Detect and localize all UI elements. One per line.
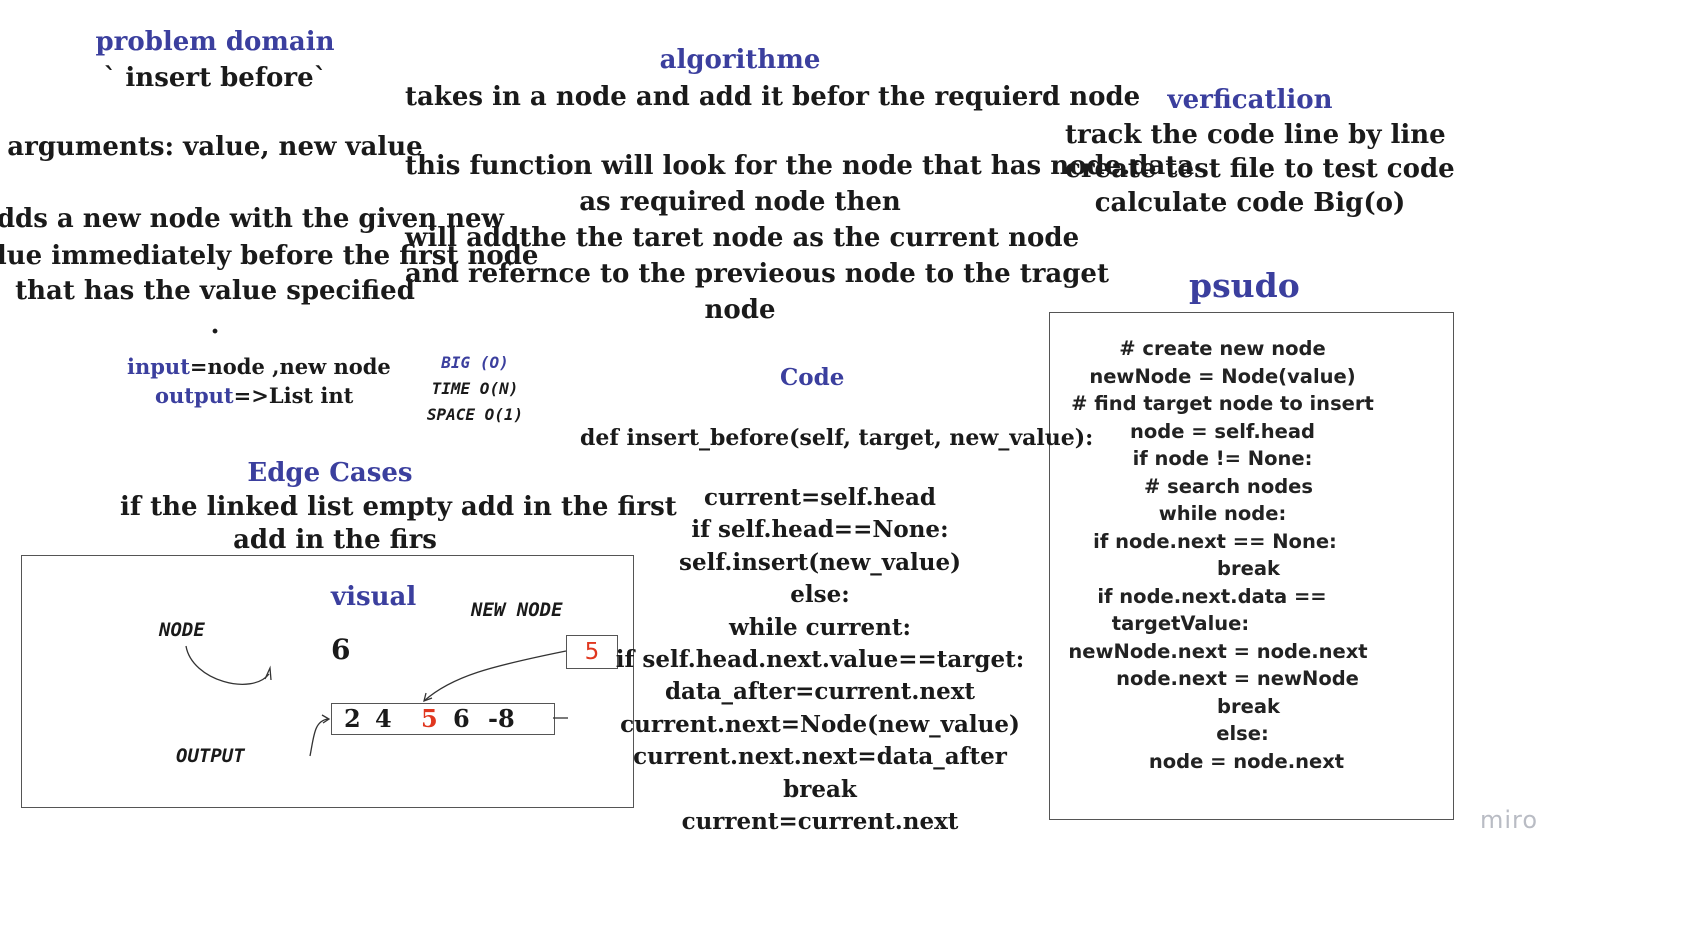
algorithm-line — [405, 116, 1075, 148]
big-o-time: TIME O(N) — [431, 379, 519, 398]
input-row: input=node ,new node — [127, 352, 447, 381]
psudo-line: # search nodes — [1143, 474, 1314, 498]
verification-title: verficatlion — [1167, 85, 1333, 115]
verification-line: track the code line by line — [1065, 120, 1446, 150]
psudo-line: newNode = Node(value) — [1089, 364, 1356, 388]
algorithm-line: will addthe the taret node as the curren… — [405, 223, 1080, 253]
description-line: adds a new node with the given new — [0, 204, 504, 234]
psudo-box: # create new node newNode = Node(value) … — [1049, 312, 1454, 820]
verification-line: calculate code Big(o) — [1094, 188, 1406, 218]
psudo-line: newNode.next = node.next — [1068, 639, 1368, 663]
code-line: else: — [790, 581, 850, 609]
edge-case-line: if the linked list empty add in the firs… — [120, 492, 677, 522]
big-o-title: BIG (O) — [441, 353, 509, 372]
psudo-line: if node.next.data == — [1097, 584, 1327, 608]
io-section: input=node ,new node output=>List int — [127, 352, 447, 410]
algorithm-line: node — [704, 295, 776, 325]
psudo-line: break — [1217, 557, 1280, 580]
verification-line: create test file to test code — [1065, 154, 1455, 184]
psudo-line: while node: — [1158, 502, 1287, 525]
node-arrow — [185, 645, 270, 685]
output-row: output=>List int — [127, 381, 447, 410]
arguments-text: arguments: value, new value — [7, 132, 423, 162]
algorithm-line: as required node then — [579, 187, 901, 217]
algorithm-line: and refernce to the previeous node to th… — [405, 259, 1109, 289]
code-line: current=self.head — [704, 484, 936, 511]
psudo-line: # find target node to insert — [1071, 392, 1374, 415]
verification-section: verficatlion track the code line by line… — [1065, 82, 1455, 220]
output-value: =>List int — [233, 383, 354, 408]
output-arrow — [309, 718, 329, 757]
algorithm-line: takes in a node and add it befor the req… — [405, 82, 1141, 112]
input-label: input — [127, 354, 190, 379]
code-line: self.insert(new_value) — [679, 548, 961, 576]
code-line: break — [783, 775, 857, 803]
new-node-arrow — [423, 650, 567, 702]
input-value: =node ,new node — [189, 354, 391, 379]
problem-domain-section: problem domain ` insert before` — [0, 24, 430, 96]
algorithm-section: algorithme takes in a node and add it be… — [405, 42, 1195, 328]
code-block: current=self.head if self.head==None: se… — [600, 482, 1040, 838]
problem-domain-title: problem domain — [95, 27, 335, 57]
code-line: if self.head.next.value==target: — [615, 646, 1025, 674]
code-line: current.next=Node(new_value) — [620, 710, 1020, 738]
edge-case-line: add in the firs — [233, 525, 437, 555]
description-line: that has the value specified — [15, 276, 415, 306]
code-line: data_after=current.next — [664, 678, 976, 706]
psudo-line: node.next = newNode — [1116, 667, 1359, 690]
psudo-line: else: — [1216, 722, 1269, 745]
code-signature: def insert_before(self, target, new_valu… — [580, 425, 1094, 451]
psudo-title: psudo — [1189, 266, 1300, 305]
description-line: . — [210, 310, 220, 340]
visual-box: visual NODE NEW NODE OUTPUT 6 5 2 4 5 6 … — [21, 555, 634, 808]
psudo-line: node = node.next — [1148, 749, 1345, 773]
function-name: ` insert before` — [103, 63, 327, 93]
algorithm-title: algorithme — [659, 45, 821, 75]
code-line: current=current.next — [681, 808, 959, 836]
code-line: if self.head==None: — [691, 516, 949, 544]
code-line: while current: — [728, 613, 912, 641]
edge-cases-section: Edge Cases if the linked list empty add … — [120, 455, 677, 557]
output-label: output — [155, 383, 234, 408]
psudo-code: # create new node newNode = Node(value) … — [1050, 335, 1453, 775]
edge-cases-title: Edge Cases — [247, 458, 413, 488]
big-o-space: SPACE O(1) — [426, 405, 524, 424]
problem-description: adds a new node with the given new alue … — [0, 200, 539, 341]
psudo-line: if node.next == None: — [1093, 529, 1337, 553]
code-title: Code — [780, 364, 845, 391]
psudo-line: break — [1217, 694, 1280, 718]
visual-arrows — [185, 645, 568, 757]
description-line: alue immediately before the first node — [0, 241, 539, 271]
node-arrow-head — [264, 665, 272, 681]
algorithm-line: this function will look for the node tha… — [405, 151, 1195, 181]
big-o-note: BIG (O) TIME O(N) SPACE O(1) — [420, 350, 530, 428]
code-line: current.next.next=data_after — [633, 743, 1007, 771]
psudo-line: # create new node — [1119, 337, 1326, 360]
miro-logo: miro — [1480, 806, 1539, 834]
